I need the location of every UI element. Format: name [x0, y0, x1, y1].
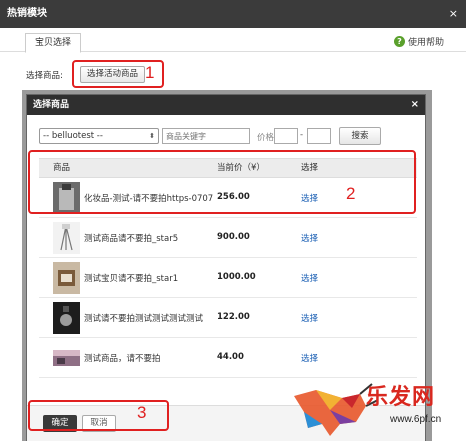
product-name: 测试商品，请不要拍 [84, 354, 161, 364]
annotation-number-2: 2 [346, 184, 356, 203]
product-thumbnail [53, 262, 80, 294]
shop-select[interactable]: -- belluotest -- ⬍ [39, 128, 159, 144]
price-label: 价格 [257, 133, 275, 143]
price-max-input[interactable] [307, 128, 331, 144]
shop-select-value: -- belluotest -- [43, 131, 103, 141]
search-button[interactable]: 搜索 [339, 127, 381, 145]
price-min-input[interactable] [274, 128, 298, 144]
select-link[interactable]: 选择 [301, 312, 318, 324]
question-icon: ? [393, 36, 405, 47]
product-price: 900.00 [217, 232, 250, 242]
select-link[interactable]: 选择 [301, 352, 318, 364]
product-price: 44.00 [217, 352, 244, 362]
select-link[interactable]: 选择 [301, 232, 318, 244]
help-link[interactable]: ? 使用帮助 [393, 35, 444, 48]
product-thumbnail [53, 302, 80, 334]
price-dash: - [300, 130, 304, 140]
select-product-label: 选择商品: [26, 71, 63, 81]
keyword-input[interactable] [162, 128, 250, 144]
table-row: 测试商品请不要拍_star5 900.00 选择 [39, 218, 417, 258]
table-row: 测试宝贝请不要拍_star1 1000.00 选择 [39, 258, 417, 298]
product-name: 测试商品请不要拍_star5 [84, 234, 179, 244]
product-name: 测试宝贝请不要拍_star1 [84, 274, 179, 284]
annotation-box-3 [28, 400, 169, 431]
tab-bar: 宝贝选择 ? 使用帮助 [0, 28, 466, 53]
watermark-url: www.6pf.cn [390, 414, 442, 425]
window-title-bar: 热销模块 [0, 0, 466, 28]
table-row: 测试商品，请不要拍 44.00 选择 [39, 338, 417, 378]
dialog-close-icon[interactable]: × [411, 95, 419, 115]
annotation-number-3: 3 [137, 403, 147, 422]
watermark-text: 乐发网 [366, 384, 436, 410]
select-link[interactable]: 选择 [301, 272, 318, 284]
product-name: 测试请不要拍测试测试测试测试 [84, 314, 204, 324]
tab-product-select[interactable]: 宝贝选择 [25, 33, 82, 53]
help-label: 使用帮助 [407, 38, 444, 48]
product-price: 1000.00 [217, 272, 256, 282]
product-price: 122.00 [217, 312, 250, 322]
window-title: 热销模块 [7, 8, 47, 19]
annotation-number-1: 1 [145, 63, 155, 82]
annotation-box-2 [28, 150, 416, 214]
chevron-updown-icon: ⬍ [149, 132, 155, 140]
dialog-title-bar: 选择商品 × [27, 95, 425, 115]
dialog-title: 选择商品 [33, 100, 70, 110]
product-thumbnail [53, 350, 80, 366]
window-close-icon[interactable]: × [449, 0, 458, 28]
product-thumbnail [53, 222, 80, 254]
table-row: 测试请不要拍测试测试测试测试 122.00 选择 [39, 298, 417, 338]
